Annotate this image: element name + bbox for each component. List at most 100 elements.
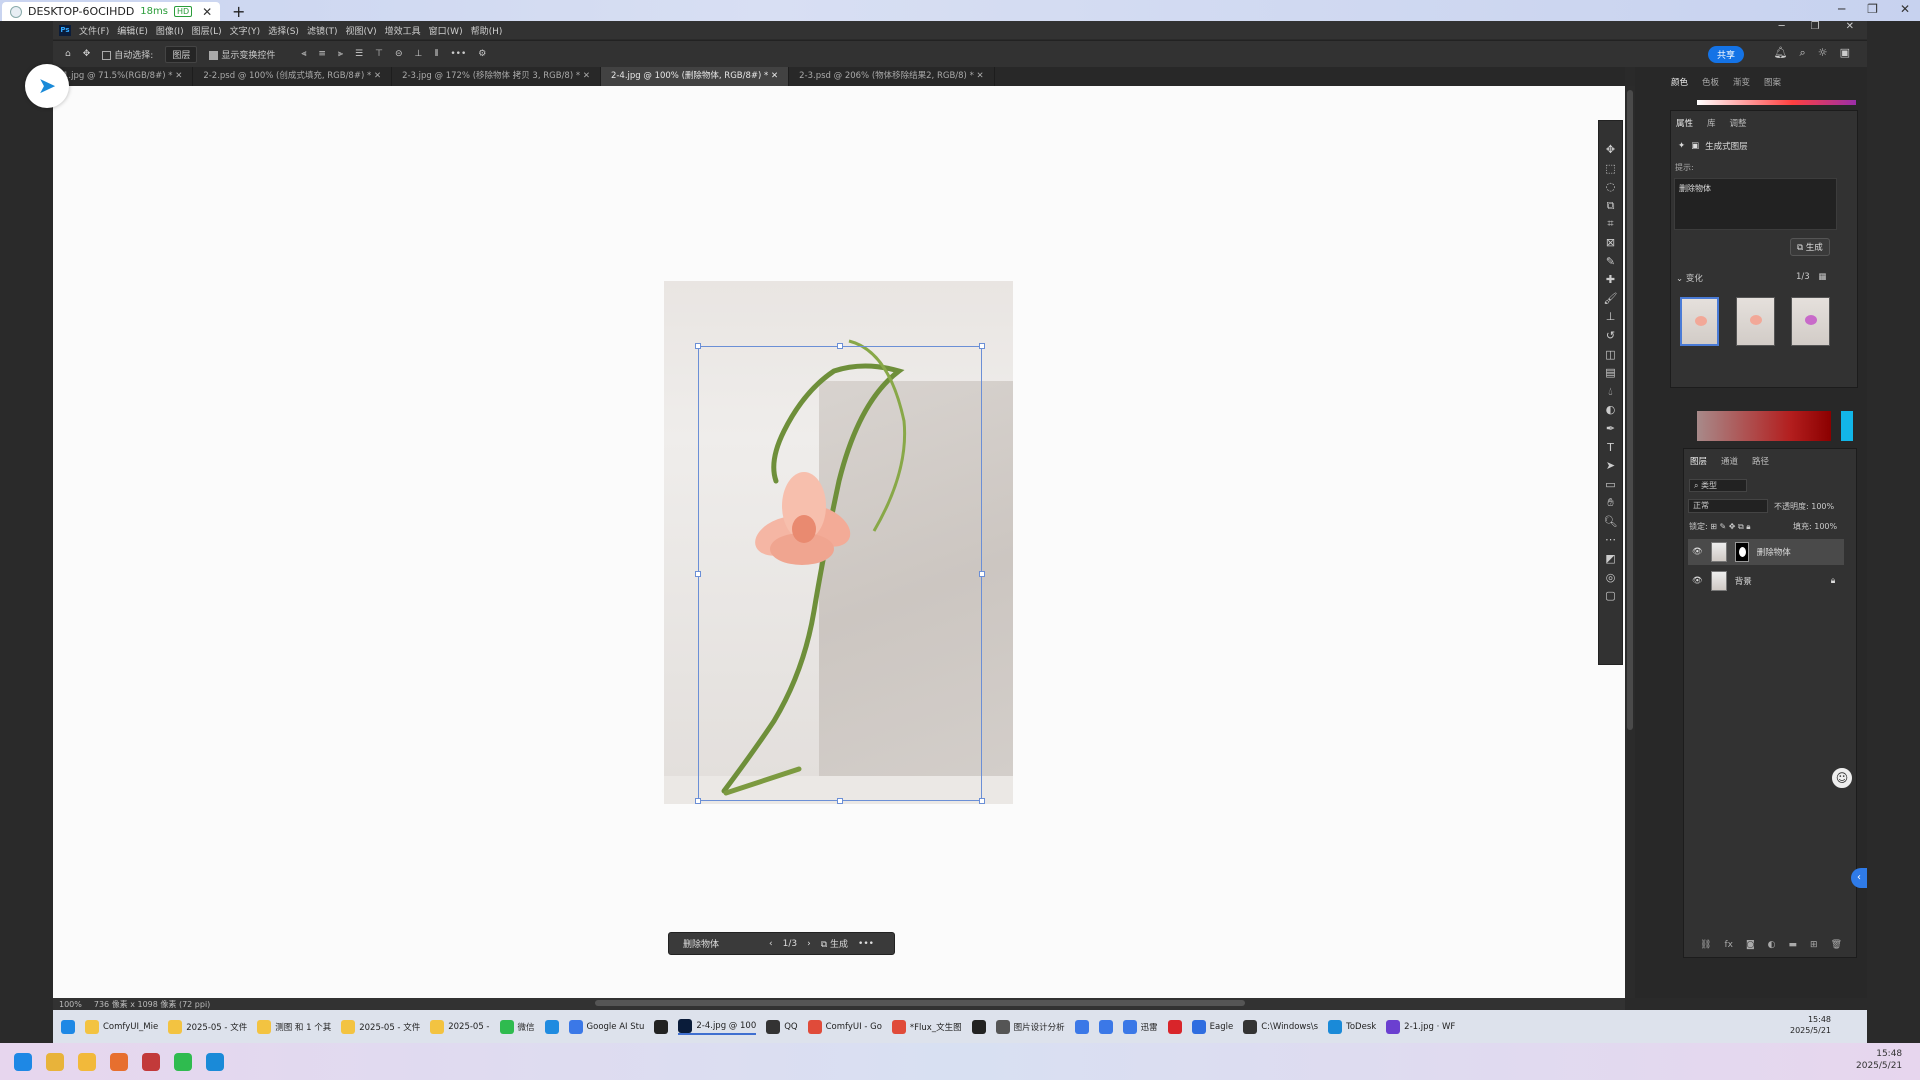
local-app-icon[interactable] (206, 1052, 224, 1071)
variation-thumbnail-2[interactable] (1736, 297, 1775, 346)
healing-brush-icon[interactable]: ✚ (1606, 273, 1615, 288)
tab-libraries[interactable]: 库 (1707, 117, 1716, 129)
doc-tab-3[interactable]: 2-3.jpg @ 172% (移除物体 拷贝 3, RGB/8) * ✕ (392, 67, 601, 86)
close-icon[interactable]: ✕ (175, 71, 182, 81)
more-icon[interactable]: ••• (858, 939, 874, 949)
doc-tab-5[interactable]: 2-3.psd @ 206% (物体移除结果2, RGB/8) * ✕ (789, 67, 995, 86)
tab-color[interactable]: 颜色 (1671, 76, 1688, 88)
eye-icon[interactable]: 👁︎ (1692, 576, 1703, 586)
taskbar-app[interactable]: 2025-05 - (430, 1019, 490, 1034)
screen-mode-icon[interactable]: ▢ (1605, 589, 1615, 604)
taskbar-app[interactable]: Google AI Stu (568, 1019, 644, 1034)
horizontal-scrollbar[interactable] (595, 1000, 1245, 1006)
minimize-icon[interactable]: ─ (1838, 2, 1845, 16)
shape-tool-icon[interactable]: ▭ (1605, 478, 1615, 493)
text-tool-icon[interactable]: T (1607, 441, 1614, 456)
transform-handle[interactable] (837, 798, 843, 804)
dodge-tool-icon[interactable]: ◐ (1606, 403, 1616, 418)
doc-tab-2[interactable]: 2-2.psd @ 100% (创成式填充, RGB/8#) * ✕ (193, 67, 393, 86)
taskbar-app[interactable]: 迅雷 (1122, 1019, 1158, 1034)
doc-tab-1[interactable]: 1.jpg @ 71.5%(RGB/8#) * ✕ (53, 67, 194, 86)
taskbar-app[interactable]: QQ (766, 1019, 798, 1034)
color-spectrum[interactable] (1697, 100, 1856, 105)
zoom-level[interactable]: 100% (59, 1000, 82, 1009)
search-icon[interactable]: ⌕ (1800, 46, 1806, 60)
tab-gradients[interactable]: 渐变 (1733, 76, 1750, 88)
transform-handle[interactable] (837, 343, 843, 349)
avatar[interactable]: ☺ (1830, 766, 1854, 790)
eye-icon[interactable]: 👁︎ (1692, 547, 1703, 557)
eraser-icon[interactable]: ◫ (1605, 348, 1615, 363)
path-select-icon[interactable]: ➤ (1606, 459, 1615, 474)
marquee-tool-icon[interactable]: ⬚ (1605, 162, 1615, 177)
taskbar-app[interactable]: C:\Windows\s (1243, 1019, 1318, 1034)
adjustment-icon[interactable]: ◐ (1768, 940, 1776, 950)
grid-view-icon[interactable]: ▦ (1818, 272, 1826, 282)
close-icon[interactable]: ✕ (1900, 2, 1910, 16)
tab-paths[interactable]: 路径 (1752, 455, 1769, 467)
auto-select-toggle[interactable]: 自动选择: (102, 48, 153, 61)
align-bottom-icon[interactable]: ⊥ (415, 49, 423, 59)
transform-handle[interactable] (979, 343, 985, 349)
bell-icon[interactable]: 🔔︎ (1774, 46, 1788, 60)
taskbar-app[interactable]: *Flux_文生图 (891, 1019, 962, 1034)
align-center-icon[interactable]: ≡ (318, 49, 326, 59)
hand-tool-icon[interactable]: ✋︎ (1607, 496, 1613, 511)
layer-row[interactable]: 👁︎ 背景 🔒︎ (1688, 568, 1844, 594)
show-transform-toggle[interactable]: 显示变换控件 (209, 48, 275, 61)
opacity-field[interactable]: 不透明度: 100% (1774, 501, 1834, 512)
stamp-tool-icon[interactable]: ⊥ (1606, 310, 1616, 325)
maximize-icon[interactable]: ❐ (1867, 2, 1878, 16)
menu-layer[interactable]: 图层(L) (192, 24, 222, 37)
variation-thumbnail-1[interactable] (1680, 297, 1719, 346)
more-tools-icon[interactable]: ⋯ (1605, 533, 1616, 548)
generate-button[interactable]: ⧉ 生成 (821, 937, 848, 950)
share-button[interactable]: 共享 (1707, 46, 1744, 63)
taskbar-app[interactable] (654, 1019, 669, 1034)
menu-file[interactable]: 文件(F) (79, 24, 109, 37)
lock-icons[interactable]: ⊞ ✎ ✥ ⧉ 🔒︎ (1710, 522, 1750, 531)
prompt-input[interactable]: 删除物体 (1674, 178, 1837, 230)
object-select-icon[interactable]: ⧉ (1607, 199, 1615, 214)
align-middle-icon[interactable]: ⊝ (395, 49, 403, 59)
more-icon[interactable]: ••• (450, 49, 466, 59)
windows-start-icon[interactable] (14, 1052, 32, 1071)
taskbar-app[interactable]: ToDesk (1328, 1019, 1376, 1034)
link-icon[interactable]: ⛓ (1700, 940, 1711, 950)
color-swatches-icon[interactable]: ◩ (1605, 552, 1615, 567)
menu-edit[interactable]: 编辑(E) (117, 24, 148, 37)
menu-plugins[interactable]: 增效工具 (385, 24, 421, 37)
gradient-tool-icon[interactable]: ▤ (1605, 366, 1615, 381)
close-icon[interactable]: ✕ (583, 71, 590, 81)
taskbar-app[interactable]: 微信 (499, 1019, 535, 1034)
tab-patterns[interactable]: 图案 (1764, 76, 1781, 88)
chevron-left-icon[interactable]: ‹ (769, 939, 773, 949)
local-app-icon[interactable] (46, 1052, 64, 1071)
menu-select[interactable]: 选择(S) (268, 24, 299, 37)
menu-window[interactable]: 窗口(W) (429, 24, 463, 37)
close-icon[interactable]: ✕ (977, 71, 984, 81)
variations-label[interactable]: ⌄ 变化 (1676, 272, 1703, 284)
remote-session-tab[interactable]: DESKTOP-6OCIHDD 18ms HD ✕ (2, 2, 220, 21)
chevron-right-icon[interactable]: › (807, 939, 811, 949)
chevron-left-icon[interactable]: ‹ (1851, 868, 1867, 888)
transform-handle[interactable] (695, 571, 701, 577)
blend-mode-dropdown[interactable]: 正常 (1688, 499, 1768, 513)
folder-icon[interactable]: ▬ (1789, 940, 1798, 950)
minimize-icon[interactable]: ─ (1779, 21, 1785, 32)
taskbar-app[interactable] (971, 1019, 986, 1034)
lasso-tool-icon[interactable]: ◌ (1606, 180, 1616, 195)
close-icon[interactable]: ✕ (1846, 21, 1854, 32)
taskbar-app[interactable]: 2-1.jpg · WF (1386, 1019, 1455, 1034)
vertical-scrollbar[interactable] (1627, 90, 1633, 730)
taskbar-app[interactable]: 2025-05 - 文件 (341, 1019, 420, 1034)
taskbar-app[interactable] (1167, 1019, 1182, 1034)
taskbar-app[interactable]: 图片设计分析 (995, 1019, 1065, 1034)
tab-channels[interactable]: 通道 (1721, 455, 1738, 467)
prompt-text[interactable]: 删除物体 (683, 937, 759, 950)
tab-layers[interactable]: 图层 (1690, 455, 1707, 467)
align-left-icon[interactable]: ⫷ (301, 49, 306, 59)
taskbar-app[interactable] (1074, 1019, 1089, 1034)
local-clock[interactable]: 15:48 2025/5/21 (1856, 1048, 1902, 1072)
close-icon[interactable]: ✕ (771, 71, 778, 81)
